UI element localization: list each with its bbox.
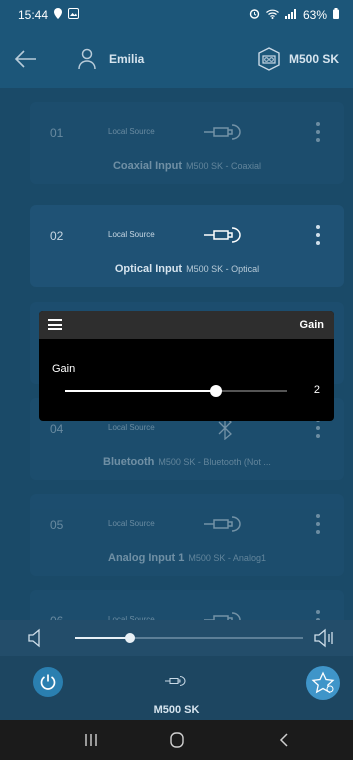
current-source-plug-icon bbox=[164, 674, 190, 688]
player-bar: M500 SK bbox=[0, 656, 353, 720]
source-title: Analog Input 1 bbox=[108, 552, 185, 564]
source-title: Optical Input bbox=[114, 263, 183, 275]
gain-slider[interactable] bbox=[65, 385, 287, 397]
device-name[interactable]: M500 SK bbox=[289, 52, 339, 66]
analog-plug-icon bbox=[202, 608, 248, 620]
user-name[interactable]: Emilia bbox=[109, 52, 144, 66]
source-subtitle: M500 SK - Coaxial bbox=[186, 161, 262, 171]
alarm-icon bbox=[249, 8, 260, 22]
volume-slider-fill bbox=[75, 637, 130, 639]
more-options-icon[interactable] bbox=[310, 510, 326, 538]
signal-icon bbox=[284, 8, 297, 22]
gain-value: 2 bbox=[313, 384, 320, 396]
back-nav-icon[interactable] bbox=[276, 731, 294, 749]
app-header: Emilia M500 SK bbox=[0, 30, 353, 88]
source-number: 05 bbox=[50, 518, 64, 532]
source-number: 02 bbox=[50, 229, 64, 243]
recent-apps-icon[interactable] bbox=[82, 731, 100, 749]
source-number: 04 bbox=[50, 422, 64, 436]
volume-bar bbox=[0, 620, 353, 656]
gain-slider-thumb[interactable] bbox=[209, 385, 222, 397]
source-card-06[interactable]: 06 Local Source bbox=[30, 590, 344, 620]
optical-plug-icon bbox=[202, 223, 248, 247]
device-cube-icon[interactable] bbox=[256, 46, 282, 72]
source-type: Local Source bbox=[108, 127, 155, 136]
battery-icon bbox=[333, 8, 339, 22]
source-type: Local Source bbox=[108, 230, 155, 239]
source-card-coaxial[interactable]: 01 Local Source Coaxial Input M500 SK - C… bbox=[30, 102, 344, 184]
source-subtitle: M500 SK - Analog1 bbox=[188, 553, 266, 563]
more-options-icon[interactable] bbox=[310, 606, 326, 620]
gain-dialog: Gain Gain 2 bbox=[39, 311, 334, 421]
power-button[interactable] bbox=[33, 667, 63, 697]
status-time: 15:44 bbox=[18, 8, 49, 22]
speaker-mute-icon[interactable] bbox=[28, 628, 44, 648]
dialog-title: Gain bbox=[299, 319, 324, 331]
menu-icon[interactable] bbox=[48, 319, 62, 330]
source-subtitle: M500 SK - Optical bbox=[186, 264, 260, 274]
source-title: Bluetooth bbox=[103, 456, 155, 468]
home-icon[interactable] bbox=[168, 731, 186, 749]
more-options-icon[interactable] bbox=[310, 118, 326, 146]
player-device-name: M500 SK bbox=[153, 704, 200, 716]
speaker-loud-icon[interactable] bbox=[314, 628, 336, 648]
volume-slider-thumb[interactable] bbox=[124, 633, 135, 643]
dialog-header: Gain bbox=[39, 311, 334, 339]
image-notification-icon bbox=[68, 8, 80, 22]
source-card-analog1[interactable]: 05 Local Source Analog Input 1 M500 SK - … bbox=[30, 494, 344, 576]
coax-plug-icon bbox=[202, 120, 248, 144]
back-arrow-icon[interactable] bbox=[14, 48, 38, 70]
more-options-icon[interactable] bbox=[310, 221, 326, 249]
analog-plug-icon bbox=[202, 512, 248, 536]
source-card-optical[interactable]: 02 Local Source Optical Input M500 SK - O… bbox=[30, 205, 344, 287]
source-number: 01 bbox=[50, 126, 64, 140]
user-icon[interactable] bbox=[78, 48, 96, 70]
status-bar: 15:44 63% bbox=[0, 0, 353, 30]
source-type: Local Source bbox=[108, 519, 155, 528]
source-title: Coaxial Input bbox=[112, 160, 182, 172]
battery-percent: 63% bbox=[302, 8, 327, 22]
gain-slider-fill bbox=[65, 390, 216, 392]
source-type: Local Source bbox=[108, 423, 155, 432]
location-icon bbox=[54, 8, 63, 22]
system-nav-bar bbox=[0, 720, 353, 760]
gain-label: Gain bbox=[52, 363, 76, 375]
source-subtitle: M500 SK - Bluetooth (Not ... bbox=[158, 457, 271, 467]
volume-slider[interactable] bbox=[75, 633, 303, 643]
wifi-icon bbox=[266, 8, 279, 22]
favorite-star-button[interactable] bbox=[306, 666, 340, 700]
